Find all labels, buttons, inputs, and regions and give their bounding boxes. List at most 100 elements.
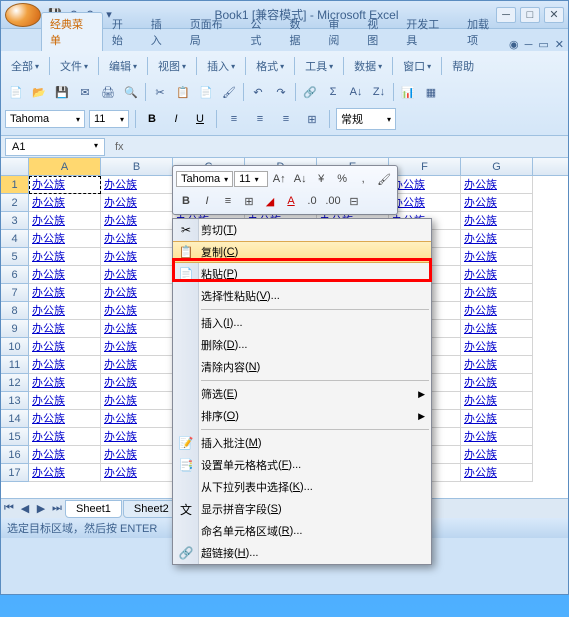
tab-review[interactable]: 审阅 — [320, 13, 358, 51]
font-select[interactable]: Tahoma▾ — [5, 110, 85, 128]
doc-close-icon[interactable]: ✕ — [555, 38, 564, 51]
cell[interactable]: 办公族 — [29, 284, 101, 302]
mini-border-icon[interactable]: ⊞ — [239, 191, 259, 211]
cell[interactable]: 办公族 — [461, 410, 533, 428]
tab-formula[interactable]: 公式 — [243, 13, 281, 51]
cell[interactable]: 办公族 — [29, 410, 101, 428]
cell[interactable]: 办公族 — [29, 320, 101, 338]
sort-asc-icon[interactable]: A↓ — [345, 81, 367, 103]
row-header[interactable]: 12 — [1, 374, 29, 392]
tab-data[interactable]: 数据 — [281, 13, 319, 51]
ctx-paste-special[interactable]: 选择性粘贴(V)... — [173, 285, 431, 307]
tab-layout[interactable]: 页面布局 — [182, 13, 242, 51]
mail-icon[interactable]: ✉ — [74, 81, 96, 103]
cell[interactable]: 办公族 — [461, 374, 533, 392]
cell[interactable]: 办公族 — [461, 356, 533, 374]
cell[interactable]: 办公族 — [29, 248, 101, 266]
pivot-icon[interactable]: ▦ — [420, 81, 442, 103]
underline-button[interactable]: U — [190, 109, 210, 129]
tab-home[interactable]: 开始 — [104, 13, 142, 51]
row-header[interactable]: 17 — [1, 464, 29, 482]
cell[interactable]: 办公族 — [461, 284, 533, 302]
size-select[interactable]: 11▾ — [89, 110, 129, 128]
cell[interactable]: 办公族 — [461, 176, 533, 194]
row-header[interactable]: 6 — [1, 266, 29, 284]
undo-icon[interactable]: ↶ — [247, 81, 269, 103]
mini-bold-button[interactable]: B — [176, 191, 196, 211]
mini-percent-icon[interactable]: % — [332, 169, 352, 189]
cell[interactable]: 办公族 — [101, 194, 173, 212]
row-header[interactable]: 16 — [1, 446, 29, 464]
cell[interactable]: 办公族 — [29, 446, 101, 464]
cell[interactable]: 办公族 — [101, 446, 173, 464]
cell[interactable]: 办公族 — [101, 392, 173, 410]
ctx-pinyin[interactable]: 文显示拼音字段(S) — [173, 498, 431, 520]
sort-desc-icon[interactable]: Z↓ — [368, 81, 390, 103]
sheet-nav-next-icon[interactable]: ▶ — [33, 501, 49, 517]
chart-icon[interactable]: 📊 — [397, 81, 419, 103]
cell[interactable]: 办公族 — [461, 194, 533, 212]
sheet-tab-1[interactable]: Sheet1 — [65, 500, 122, 518]
cell[interactable]: 办公族 — [101, 410, 173, 428]
cell[interactable]: 办公族 — [101, 374, 173, 392]
mini-merge-icon[interactable]: ⊟ — [344, 191, 364, 211]
cell[interactable]: 办公族 — [29, 230, 101, 248]
preview-icon[interactable]: 🔍 — [120, 81, 142, 103]
row-header[interactable]: 10 — [1, 338, 29, 356]
cell[interactable]: 办公族 — [461, 446, 533, 464]
help-icon[interactable]: ◉ — [509, 38, 519, 51]
cell[interactable]: 办公族 — [29, 212, 101, 230]
col-header-f[interactable]: F — [389, 158, 461, 175]
cell[interactable]: 办公族 — [461, 248, 533, 266]
doc-minimize-icon[interactable]: ─ — [525, 39, 533, 51]
cell[interactable]: 办公族 — [101, 338, 173, 356]
cell[interactable]: 办公族 — [101, 176, 173, 194]
cell[interactable]: 办公族 — [29, 392, 101, 410]
cell[interactable]: 办公族 — [101, 464, 173, 482]
ctx-hyperlink[interactable]: 🔗超链接(H)... — [173, 542, 431, 564]
cell[interactable]: 办公族 — [461, 230, 533, 248]
tab-view[interactable]: 视图 — [359, 13, 397, 51]
cell[interactable]: 办公族 — [101, 320, 173, 338]
close-button[interactable]: ✕ — [544, 7, 564, 23]
cell[interactable]: 办公族 — [389, 176, 461, 194]
mini-comma-icon[interactable]: , — [353, 169, 373, 189]
row-header[interactable]: 2 — [1, 194, 29, 212]
ctx-sort[interactable]: 排序(O)▶ — [173, 405, 431, 427]
ctx-paste[interactable]: 📄粘贴(P) — [173, 263, 431, 285]
fx-icon[interactable]: fx — [109, 141, 130, 153]
ctx-delete[interactable]: 删除(D)... — [173, 334, 431, 356]
mini-grow-font-icon[interactable]: A↑ — [269, 169, 289, 189]
tab-classic[interactable]: 经典菜单 — [41, 12, 103, 51]
row-header[interactable]: 15 — [1, 428, 29, 446]
menu-format[interactable]: 格式▾ — [250, 55, 290, 77]
align-right-icon[interactable]: ≡ — [275, 108, 297, 130]
menu-tools[interactable]: 工具▾ — [299, 55, 339, 77]
align-center-icon[interactable]: ≡ — [249, 108, 271, 130]
mini-currency-icon[interactable]: ¥ — [311, 169, 331, 189]
merge-icon[interactable]: ⊞ — [301, 108, 323, 130]
mini-italic-button[interactable]: I — [197, 191, 217, 211]
row-header[interactable]: 3 — [1, 212, 29, 230]
row-header[interactable]: 9 — [1, 320, 29, 338]
row-header[interactable]: 5 — [1, 248, 29, 266]
cell[interactable]: 办公族 — [101, 212, 173, 230]
paste-icon[interactable]: 📄 — [195, 81, 217, 103]
cell[interactable]: 办公族 — [461, 464, 533, 482]
align-left-icon[interactable]: ≡ — [223, 108, 245, 130]
cell[interactable]: 办公族 — [461, 266, 533, 284]
menu-help[interactable]: 帮助 — [446, 55, 480, 77]
maximize-button[interactable]: □ — [520, 7, 540, 23]
sheet-nav-last-icon[interactable]: ⏭ — [49, 501, 65, 517]
mini-fill-color-icon[interactable]: ◢ — [260, 191, 280, 211]
menu-edit[interactable]: 编辑▾ — [103, 55, 143, 77]
col-header-a[interactable]: A — [29, 158, 101, 175]
ctx-name-range[interactable]: 命名单元格区域(R)... — [173, 520, 431, 542]
doc-restore-icon[interactable]: ▭ — [538, 38, 548, 51]
cell[interactable]: 办公族 — [389, 194, 461, 212]
format-painter-icon[interactable]: 🖌 — [218, 81, 240, 103]
row-header[interactable]: 14 — [1, 410, 29, 428]
mini-font-color-icon[interactable]: A — [281, 191, 301, 211]
row-header[interactable]: 7 — [1, 284, 29, 302]
office-button[interactable] — [5, 3, 41, 27]
